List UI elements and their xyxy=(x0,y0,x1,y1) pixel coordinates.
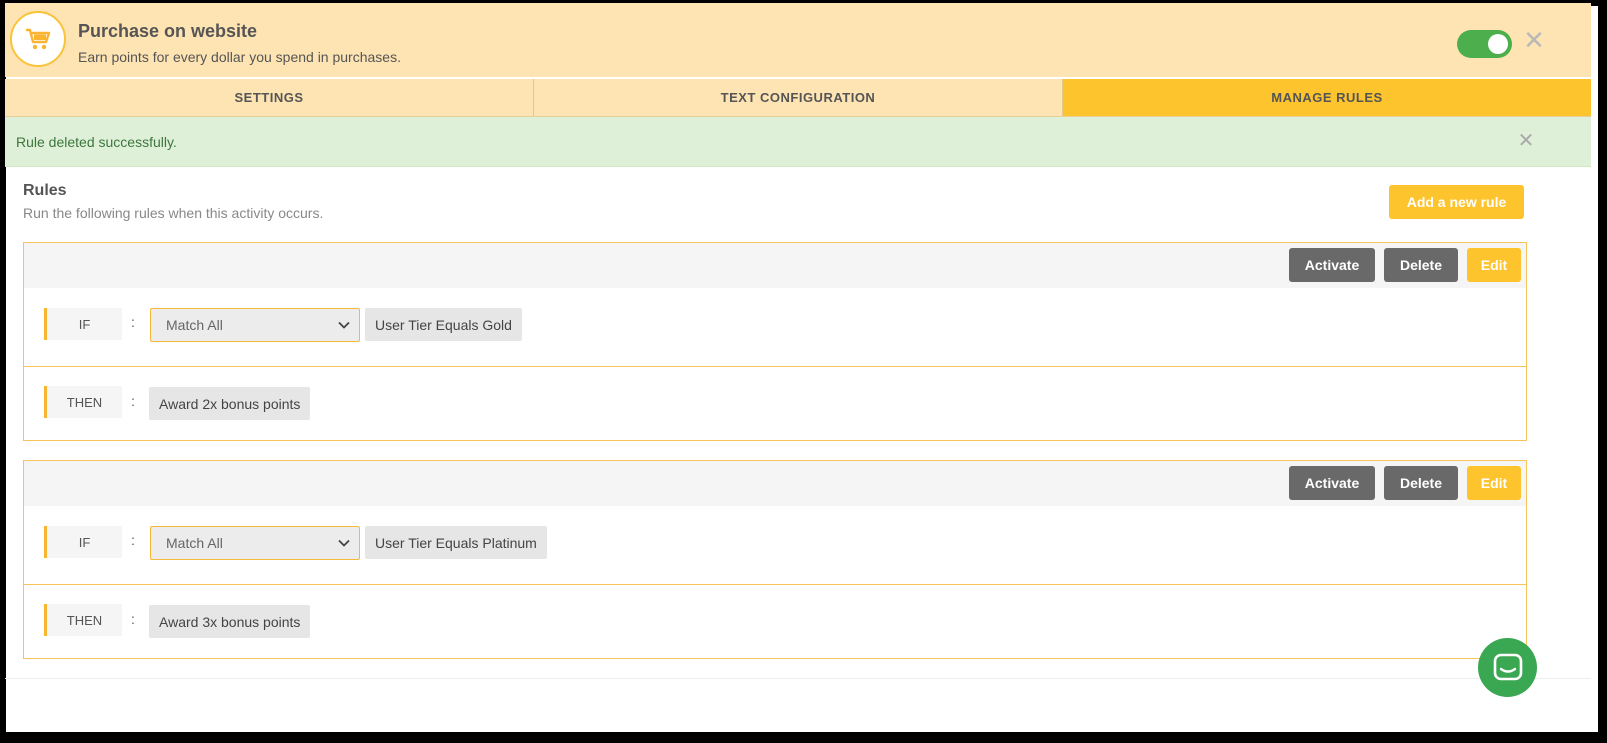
condition-tag: User Tier Equals Gold xyxy=(365,308,522,341)
colon: : xyxy=(131,532,135,548)
rule-card: Activate Delete Edit IF : Match All User… xyxy=(23,460,1527,659)
activate-button[interactable]: Activate xyxy=(1289,248,1375,282)
close-icon[interactable]: ✕ xyxy=(1521,27,1547,53)
tab-settings[interactable]: SETTINGS xyxy=(5,79,534,116)
edit-button[interactable]: Edit xyxy=(1467,466,1521,500)
match-select-value: Match All xyxy=(166,317,223,333)
if-label: IF xyxy=(44,308,122,340)
tab-text-configuration[interactable]: TEXT CONFIGURATION xyxy=(534,79,1063,116)
activity-subtitle: Earn points for every dollar you spend i… xyxy=(78,49,401,65)
add-rule-button[interactable]: Add a new rule xyxy=(1389,185,1524,219)
success-alert: Rule deleted successfully. ✕ xyxy=(5,117,1591,167)
colon: : xyxy=(131,611,135,627)
delete-button[interactable]: Delete xyxy=(1384,466,1458,500)
tab-bar: SETTINGS TEXT CONFIGURATION MANAGE RULES xyxy=(5,79,1591,117)
toggle-knob xyxy=(1488,34,1508,54)
condition-tag: User Tier Equals Platinum xyxy=(365,526,547,559)
divider xyxy=(24,584,1526,585)
colon: : xyxy=(131,314,135,330)
edit-button[interactable]: Edit xyxy=(1467,248,1521,282)
rules-subtitle: Run the following rules when this activi… xyxy=(23,205,324,221)
activity-title: Purchase on website xyxy=(78,21,258,41)
rule-card: Activate Delete Edit IF : Match All User… xyxy=(23,242,1527,441)
rule-card-toolbar: Activate Delete Edit xyxy=(24,243,1526,288)
divider xyxy=(24,366,1526,367)
alert-message: Rule deleted successfully. xyxy=(16,134,177,150)
then-label: THEN xyxy=(44,604,122,636)
activate-button[interactable]: Activate xyxy=(1289,466,1375,500)
match-select-value: Match All xyxy=(166,535,223,551)
then-label: THEN xyxy=(44,386,122,418)
match-select[interactable]: Match All xyxy=(150,308,360,342)
close-icon[interactable]: ✕ xyxy=(1516,131,1536,151)
chevron-down-icon xyxy=(338,321,350,329)
rules-title: Rules xyxy=(23,182,67,199)
divider xyxy=(5,678,1591,679)
delete-button[interactable]: Delete xyxy=(1384,248,1458,282)
shopping-cart-icon xyxy=(10,11,66,67)
activity-header: Purchase on website Earn points for ever… xyxy=(5,3,1591,77)
tab-manage-rules[interactable]: MANAGE RULES xyxy=(1063,79,1591,116)
chat-icon xyxy=(1493,653,1522,680)
action-tag: Award 2x bonus points xyxy=(149,387,311,420)
chat-launcher-button[interactable] xyxy=(1478,638,1537,697)
action-tag: Award 3x bonus points xyxy=(149,605,311,638)
chevron-down-icon xyxy=(338,539,350,547)
if-label: IF xyxy=(44,526,122,558)
activity-toggle[interactable] xyxy=(1457,30,1512,58)
rule-card-toolbar: Activate Delete Edit xyxy=(24,461,1526,506)
colon: : xyxy=(131,393,135,409)
match-select[interactable]: Match All xyxy=(150,526,360,560)
